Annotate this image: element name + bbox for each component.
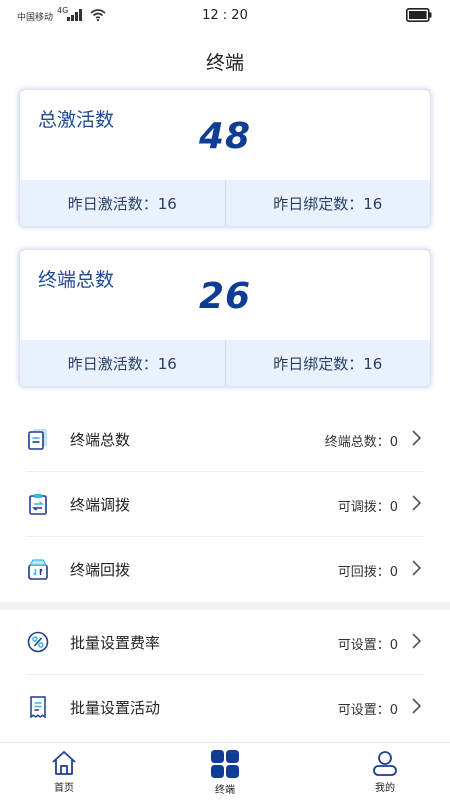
user-icon	[373, 751, 397, 776]
battery-icon	[406, 8, 432, 22]
menu-item-label: 批量设置活动	[70, 699, 161, 717]
menu-item-value: 可设置：0	[337, 638, 398, 653]
chevron-right-icon	[412, 495, 422, 511]
receipt-icon	[30, 696, 46, 719]
yesterday-bindings: 昨日绑定数：16	[224, 340, 431, 386]
yesterday-bindings: 昨日绑定数：16	[224, 180, 431, 226]
menu-item-value: 可设置：0	[337, 703, 398, 718]
percent-icon	[27, 631, 49, 653]
menu-item-terminal-transfer[interactable]: 终端调拨 可调拨：0	[0, 472, 450, 537]
menu-item-label: 终端回拨	[70, 561, 131, 579]
terminal-total-card: 终端总数 26 昨日激活数：16 昨日绑定数：16	[19, 249, 431, 387]
tab-mine[interactable]: 我的	[340, 749, 430, 794]
total-activations-card: 总激活数 48 昨日激活数：16 昨日绑定数：16	[19, 89, 431, 227]
tab-label: 首页	[54, 783, 74, 794]
grid-icon	[211, 750, 239, 778]
section-separator	[0, 602, 450, 610]
menu-item-value: 可回拨：0	[337, 565, 398, 580]
chevron-right-icon	[412, 560, 422, 576]
card-value: 26	[198, 276, 252, 317]
menu-item-label: 终端总数	[70, 431, 131, 449]
card-value: 48	[198, 116, 252, 157]
menu-item-value: 终端总数：0	[324, 435, 398, 450]
card-footer: 昨日激活数：16 昨日绑定数：16	[20, 180, 430, 226]
document-list-icon	[28, 429, 47, 450]
tab-home[interactable]: 首页	[19, 749, 109, 794]
menu-item-batch-activity[interactable]: 批量设置活动 可设置：0	[0, 675, 450, 740]
page-title: 终端	[205, 52, 244, 74]
menu-item-value: 可调拨：0	[337, 500, 398, 515]
menu-item-terminal-total[interactable]: 终端总数 终端总数：0	[0, 407, 450, 472]
chevron-right-icon	[412, 430, 422, 446]
box-return-icon	[28, 559, 48, 580]
card-footer: 昨日激活数：16 昨日绑定数：16	[20, 340, 430, 386]
bottom-tab-bar: 首页 终端 我的	[0, 742, 450, 800]
tab-terminal[interactable]: 终端	[180, 749, 270, 796]
yesterday-activations: 昨日激活数：16	[67, 354, 177, 373]
clock: 12 : 20	[202, 8, 248, 23]
home-icon	[52, 751, 76, 775]
menu-item-label: 终端调拨	[70, 496, 131, 514]
menu-item-terminal-return[interactable]: 终端回拨 可回拨：0	[0, 537, 450, 602]
yesterday-activations: 昨日激活数：16	[67, 194, 177, 213]
chevron-right-icon	[412, 633, 422, 649]
chevron-right-icon	[412, 698, 422, 714]
clipboard-transfer-icon	[29, 494, 47, 515]
menu-item-label: 批量设置费率	[70, 634, 161, 652]
tab-label: 我的	[375, 783, 395, 794]
tab-label: 终端	[215, 785, 235, 796]
terminal-menu: 终端总数 终端总数：0 终端调拨 可调拨：0 终端回拨 可回拨：0 批量设置费率…	[0, 407, 450, 740]
menu-item-batch-rate[interactable]: 批量设置费率 可设置：0	[0, 610, 450, 675]
status-bar: 中国移动 4G 12 : 20	[0, 0, 450, 32]
